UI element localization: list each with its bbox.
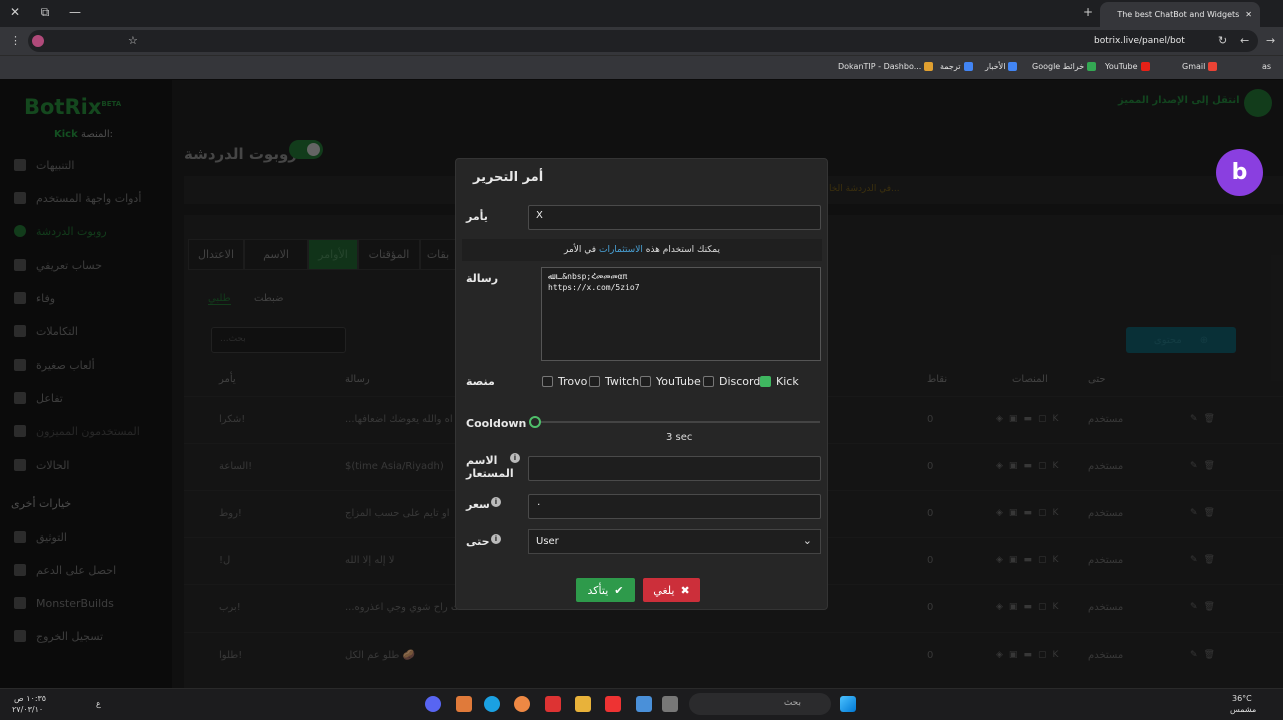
youtube-icon (1140, 62, 1150, 71)
forward-icon[interactable]: ← (1240, 34, 1249, 47)
restore-window-icon[interactable]: ⧉ (37, 5, 53, 20)
maps-icon (1087, 62, 1097, 71)
bookmark-youtube[interactable]: YouTube (1105, 62, 1150, 71)
gmail-icon (1208, 62, 1218, 71)
platform-discord[interactable]: Discord (703, 375, 760, 388)
bookmark-maps[interactable]: Google خرائط (1032, 62, 1097, 71)
reload-icon[interactable]: ↻ (1218, 34, 1227, 47)
bookmark-item[interactable]: as (1262, 62, 1271, 71)
cooldown-slider-handle[interactable] (529, 416, 541, 428)
chrome-icon[interactable] (514, 696, 530, 712)
platform-kick[interactable]: Kick (760, 375, 799, 388)
alias-input[interactable] (528, 456, 821, 481)
discord-icon[interactable] (425, 696, 441, 712)
until-label: حتى (466, 535, 490, 548)
kick-checkbox (760, 376, 771, 387)
app-icon[interactable] (456, 696, 472, 712)
modal-title: أمر التحرير (473, 170, 544, 185)
translate-icon (963, 62, 973, 71)
chevron-down-icon: ⌄ (802, 534, 812, 547)
variables-hint: يمكنك استخدام هذه الاستثمارات في الأمر (462, 239, 822, 261)
new-tab-icon[interactable]: + (1080, 5, 1096, 19)
price-label: سعر (466, 498, 490, 511)
close-window-icon[interactable]: ✕ (7, 5, 23, 19)
bookmark-gmail[interactable]: Gmail (1182, 62, 1218, 71)
app-icon[interactable] (662, 696, 678, 712)
botrix-chat-button[interactable]: b (1216, 149, 1263, 196)
platform-twitch[interactable]: Twitch (589, 375, 639, 388)
app-icon[interactable] (545, 696, 561, 712)
close-tab-icon[interactable]: ✕ (1245, 10, 1252, 19)
cooldown-slider-track[interactable] (535, 421, 820, 423)
price-input[interactable]: ٠ (528, 494, 821, 519)
address-bar[interactable] (28, 30, 1258, 52)
close-icon: ✖ (680, 583, 690, 597)
message-label: رسالة (466, 272, 499, 285)
price-info-icon[interactable]: i (491, 497, 501, 507)
edge-icon[interactable] (484, 696, 500, 712)
cooldown-label: Cooldown (466, 417, 527, 430)
message-textarea[interactable]: ـ ﷲ&nbsp;Հመመመαπ https://x.com/5zio7 (541, 267, 821, 361)
youtube-checkbox (640, 376, 651, 387)
until-info-icon[interactable]: i (491, 534, 501, 544)
tab-title: The best ChatBot and Widgets (1117, 10, 1240, 19)
cooldown-value: 3 sec (666, 432, 693, 443)
clock-time: ١٠:٣٥ ص (14, 694, 47, 703)
bookmark-dokantip[interactable]: DokanTIP - Dashbo... (838, 62, 934, 71)
twitch-checkbox (589, 376, 600, 387)
command-input[interactable]: X (528, 205, 821, 230)
weather-temp: 36°C (1232, 694, 1252, 703)
trovo-checkbox (542, 376, 553, 387)
platform-trovo[interactable]: Trovo (542, 375, 587, 388)
windows-start-icon[interactable] (840, 696, 856, 712)
app-icon[interactable] (605, 696, 621, 712)
weather-desc: مشمس (1230, 705, 1257, 714)
variables-link[interactable]: الاستثمارات (599, 245, 643, 255)
discord-checkbox (703, 376, 714, 387)
profile-avatar[interactable] (32, 35, 44, 47)
news-icon (1008, 62, 1018, 71)
clock-date: ٢٧/٠٣/١٠ (12, 705, 44, 714)
taskbar-search[interactable]: بحث (689, 693, 831, 715)
back-icon[interactable]: → (1266, 34, 1275, 47)
cancel-button[interactable]: يلغي ✖ (643, 578, 700, 602)
bookmarks-bar: as Gmail YouTube Google خرائط الأخبار تر… (0, 55, 1283, 79)
command-label: يأمر (466, 210, 488, 223)
bookmark-translate[interactable]: ترجمة (940, 62, 973, 71)
language-indicator[interactable]: ع (96, 699, 101, 708)
dokantip-icon (924, 62, 934, 71)
url-text: botrix.live/panel/bot (1094, 36, 1185, 46)
app-icon[interactable] (636, 696, 652, 712)
menu-icon[interactable]: ⋮ (10, 34, 21, 47)
until-select[interactable]: User ⌄ (528, 529, 821, 554)
bookmark-star-icon[interactable]: ☆ (128, 34, 138, 47)
alias-label: الاسم المستعار (466, 454, 514, 480)
check-icon: ✔ (614, 583, 624, 597)
platform-youtube[interactable]: YouTube (640, 375, 701, 388)
alias-info-icon[interactable]: i (510, 453, 520, 463)
bookmark-news[interactable]: الأخبار (985, 62, 1018, 71)
browser-tab-bar: ✕ ⧉ — + The best ChatBot and Widgets ✕ (0, 0, 1283, 27)
minimize-window-icon[interactable]: — (67, 5, 83, 19)
confirm-button[interactable]: يتأكد ✔ (576, 578, 635, 602)
browser-tab[interactable]: The best ChatBot and Widgets ✕ (1100, 2, 1260, 27)
file-explorer-icon[interactable] (575, 696, 591, 712)
platform-label: منصة (466, 375, 495, 388)
address-bar-row: ⋮ ☆ ↻ ← → (0, 27, 1283, 55)
